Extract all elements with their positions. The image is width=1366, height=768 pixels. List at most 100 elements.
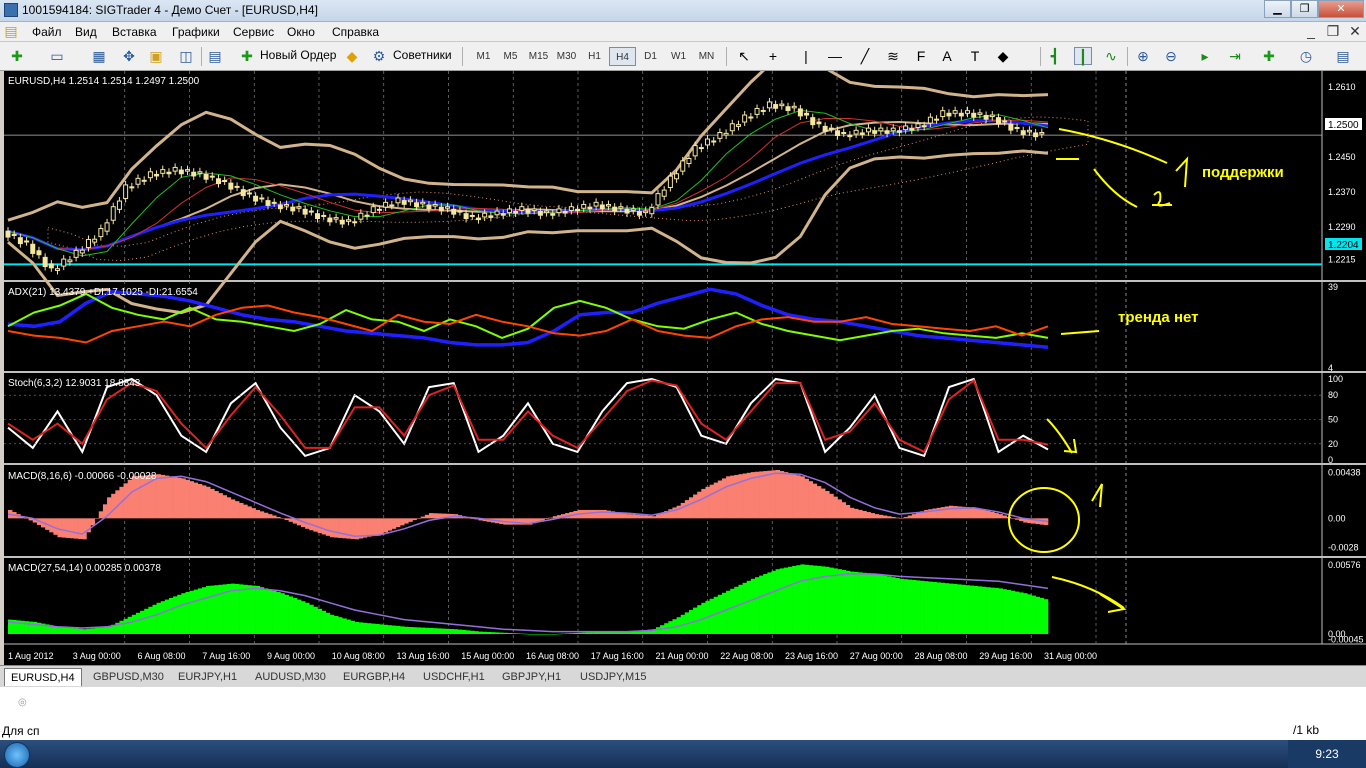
tab-audusd-m30[interactable]: AUDUSD,M30	[255, 668, 326, 686]
candle-body	[717, 131, 723, 139]
profiles-icon[interactable]: ▭	[48, 47, 66, 65]
candlestick-icon[interactable]: ┃	[1074, 47, 1092, 65]
market-watch-icon[interactable]: ▦	[90, 47, 108, 65]
zoom-in-icon[interactable]: ⊕	[1134, 47, 1152, 65]
timeframe-h4[interactable]: H4	[609, 47, 636, 66]
text-icon[interactable]: A	[938, 47, 956, 65]
zoom-out-icon[interactable]: ⊖	[1162, 47, 1180, 65]
templates-icon[interactable]: ▤	[1334, 47, 1352, 65]
histogram-bar	[800, 476, 805, 519]
menu-insert[interactable]: Вставка	[112, 25, 157, 39]
histogram-bar	[808, 481, 814, 519]
line-chart-icon[interactable]: ∿	[1102, 47, 1120, 65]
traffic-text: /1 kb	[1293, 723, 1320, 737]
candle-body	[618, 206, 624, 209]
histogram-bar	[57, 518, 62, 538]
minimize-button[interactable]: ▁	[1264, 0, 1291, 18]
histogram-bar	[490, 632, 496, 634]
chart-canvas[interactable]: 39 4 100 80 50 20 0 0.00438 0.00 -0.0028 0.0057…	[4, 49, 1366, 665]
histogram-bar	[358, 622, 364, 634]
tray-clock[interactable]: 9:23	[1288, 740, 1366, 768]
histogram-bar	[433, 513, 438, 519]
cursor-icon[interactable]: ↖	[735, 47, 753, 65]
tab-eurusd-h4[interactable]: EURUSD,H4	[4, 668, 82, 686]
candle-body	[525, 208, 531, 214]
menu-help[interactable]: Справка	[332, 25, 379, 39]
candle-body	[370, 206, 376, 214]
menu-file[interactable]: Файл	[32, 25, 62, 39]
histogram-bar	[627, 514, 632, 519]
close-button[interactable]: ✕	[1318, 0, 1364, 18]
maximize-button[interactable]: ❐	[1291, 0, 1318, 18]
menu-charts[interactable]: Графики	[172, 25, 220, 39]
trendline-icon[interactable]: ╱	[856, 47, 874, 65]
new-order-button[interactable]: Новый Ордер	[260, 46, 336, 67]
warning-icon[interactable]: ◆	[343, 47, 361, 65]
candle-body	[828, 127, 834, 130]
new-order-icon[interactable]: ✚	[238, 47, 256, 65]
histogram-bar	[511, 633, 516, 634]
histogram-bar	[156, 474, 161, 519]
tab-gbpjpy-h1[interactable]: GBPJPY,H1	[502, 668, 561, 686]
candle-body	[556, 208, 562, 214]
channel-icon[interactable]: ≋	[884, 47, 902, 65]
autoscroll-icon[interactable]: ▸	[1196, 47, 1214, 65]
histogram-bar	[812, 565, 818, 634]
timeframe-w1[interactable]: W1	[665, 47, 692, 66]
candle-body	[401, 200, 407, 205]
chart-area[interactable]: 39 4 100 80 50 20 0 0.00438 0.00 -0.0028 0.0057…	[4, 49, 1366, 665]
advisors-icon[interactable]: ⚙	[370, 47, 388, 65]
candle-body	[748, 116, 754, 119]
histogram-bar	[1031, 595, 1036, 634]
terminal-icon[interactable]: ▣	[147, 47, 165, 65]
child-minimize-icon[interactable]: _	[1302, 22, 1320, 40]
histogram-bar	[598, 509, 603, 519]
histogram-bar	[709, 484, 715, 519]
fibonacci-icon[interactable]: F	[912, 47, 930, 65]
vertical-line-icon[interactable]: |	[797, 47, 815, 65]
chart-shift-icon[interactable]: ⇥	[1226, 47, 1244, 65]
histogram-bar	[379, 624, 384, 634]
tab-usdjpy-m15[interactable]: USDJPY,M15	[580, 668, 646, 686]
shapes-icon[interactable]: ◆	[994, 47, 1012, 65]
candle-body	[203, 173, 209, 180]
timeframe-m1[interactable]: M1	[470, 47, 497, 66]
crosshair-icon[interactable]: +	[764, 47, 782, 65]
histogram-bar	[738, 584, 743, 634]
tab-eurgbp-h4[interactable]: EURGBP,H4	[343, 668, 405, 686]
navigator-icon[interactable]: ✥	[120, 47, 138, 65]
tab-gbpusd-m30[interactable]: GBPUSD,M30	[93, 668, 164, 686]
histogram-bar	[395, 518, 401, 528]
horizontal-line-icon[interactable]: —	[826, 47, 844, 65]
menu-view[interactable]: Вид	[75, 25, 97, 39]
tab-eurjpy-h1[interactable]: EURJPY,H1	[178, 668, 237, 686]
timeframe-m15[interactable]: M15	[525, 47, 552, 66]
indicators-icon[interactable]: ✚	[1260, 47, 1278, 65]
bar-chart-icon[interactable]: ┫	[1046, 47, 1064, 65]
tab-usdchf-h1[interactable]: USDCHF,H1	[423, 668, 485, 686]
annotation-no-trend-text: тренда нет	[1118, 309, 1199, 326]
start-button[interactable]	[4, 742, 30, 768]
menu-window[interactable]: Окно	[287, 25, 315, 39]
chart-window-icon[interactable]: ▤	[206, 47, 224, 65]
histogram-bar	[647, 515, 653, 519]
new-chart-icon[interactable]: ✚	[8, 47, 26, 65]
child-close-icon[interactable]: ✕	[1346, 22, 1364, 40]
annotation-macd2-arrow	[1099, 593, 1127, 613]
timeframe-m30[interactable]: M30	[553, 47, 580, 66]
timeframe-d1[interactable]: D1	[637, 47, 664, 66]
histogram-bar	[131, 476, 137, 519]
candle-body	[265, 200, 271, 206]
tester-icon[interactable]: ◫	[177, 47, 195, 65]
timeframe-mn[interactable]: MN	[693, 47, 720, 66]
menu-tools[interactable]: Сервис	[233, 25, 274, 39]
label-icon[interactable]: T	[966, 47, 984, 65]
price-tick-label: 1.2215	[1328, 255, 1356, 265]
child-restore-icon[interactable]: ❐	[1324, 22, 1342, 40]
periods-icon[interactable]: ◷	[1297, 47, 1315, 65]
timeframe-h1[interactable]: H1	[581, 47, 608, 66]
histogram-bar	[383, 624, 388, 634]
histogram-bar	[234, 501, 240, 519]
timeframe-m5[interactable]: M5	[497, 47, 524, 66]
advisors-button[interactable]: Советники	[393, 46, 452, 67]
